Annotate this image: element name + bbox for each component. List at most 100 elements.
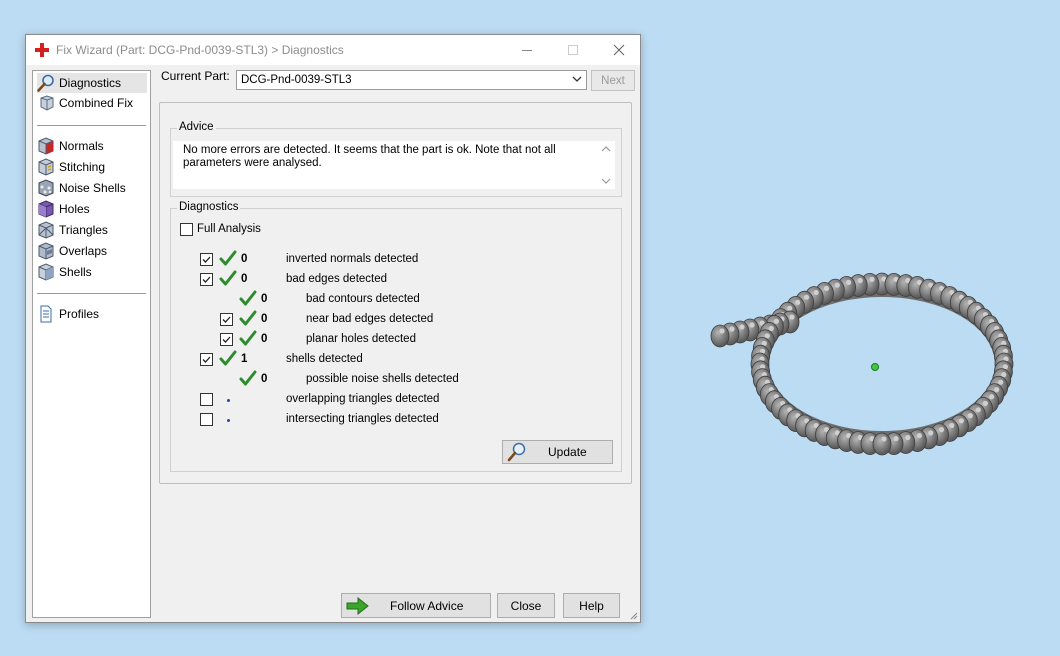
bad-edges-checkbox[interactable] [200, 273, 213, 286]
near-bad-edges-checkbox[interactable] [220, 313, 233, 326]
advice-text: No more errors are detected. It seems th… [173, 141, 597, 189]
sidebar-item-label: Overlaps [59, 244, 108, 258]
current-part-value: DCG-Pnd-0039-STL3 [241, 74, 352, 86]
green-check-icon [239, 370, 257, 386]
sidebar-item-profiles[interactable]: Profiles [37, 304, 147, 324]
sidebar-item-label: Profiles [59, 307, 100, 321]
not-analysed-dot-icon [227, 419, 230, 422]
window-title: Fix Wizard (Part: DCG-Pnd-0039-STL3) > D… [56, 43, 344, 57]
sidebar-separator [37, 125, 146, 126]
help-button[interactable]: Help [563, 593, 620, 618]
sidebar-item-label: Noise Shells [59, 181, 126, 195]
next-button[interactable]: Next [591, 70, 635, 91]
shells-label: shells detected [286, 353, 363, 365]
planar-holes-checkbox[interactable] [220, 333, 233, 346]
green-arrow-icon [346, 596, 369, 615]
follow-advice-button[interactable]: Follow Advice [341, 593, 491, 618]
bead-highlight [768, 325, 774, 331]
document-icon [40, 305, 52, 323]
bead-highlight [994, 387, 1000, 393]
part-mesh [710, 272, 1014, 456]
bead-highlight [958, 418, 964, 424]
diagnostics-panel: Advice No more errors are detected. It s… [159, 102, 632, 484]
bead-highlight [813, 289, 819, 296]
green-check-icon [219, 250, 237, 266]
sidebar-item-holes[interactable]: Holes [37, 199, 147, 219]
scroll-arrows-icon [601, 146, 611, 184]
sidebar-item-diagnostics[interactable]: Diagnostics [37, 73, 147, 93]
minimize-icon [521, 49, 532, 51]
resize-grip-icon[interactable] [628, 610, 638, 620]
intersecting-triangles-checkbox[interactable] [200, 413, 213, 426]
cube-stitch-icon [38, 158, 54, 176]
sidebar-item-label: Combined Fix [59, 96, 134, 110]
green-check-icon [239, 330, 257, 346]
update-button[interactable]: Update [502, 440, 613, 464]
bead-highlight [916, 433, 922, 439]
bead [872, 432, 892, 456]
advice-scrollbar[interactable] [597, 141, 615, 189]
sidebar-item-label: Diagnostics [59, 76, 122, 90]
green-check-icon [239, 310, 257, 326]
magnifier-icon [507, 442, 526, 462]
current-part-select[interactable]: DCG-Pnd-0039-STL3 [236, 70, 587, 90]
noise-shells-label: possible noise shells detected [306, 373, 459, 385]
sidebar-item-shells[interactable]: Shells [37, 262, 147, 282]
update-label: Update [548, 445, 587, 459]
full-analysis-checkbox[interactable] [180, 223, 193, 236]
close-button[interactable]: Close [497, 593, 555, 618]
bad-contours-label: bad contours detected [306, 293, 420, 305]
overlapping-triangles-checkbox[interactable] [200, 393, 213, 406]
maximize-icon [567, 44, 578, 55]
bead-highlight [1001, 372, 1007, 378]
cube-shells-icon [38, 263, 54, 281]
bead-highlight [857, 277, 863, 284]
bead-highlight [795, 299, 801, 305]
near-bad-edges-count: 0 [261, 313, 268, 325]
not-analysed-dot-icon [227, 399, 230, 402]
overlapping-triangles-label: overlapping triangles detected [286, 393, 440, 405]
bead-highlight [967, 413, 973, 419]
sidebar-item-normals[interactable]: Normals [37, 136, 147, 156]
sidebar: Diagnostics Combined Fix Normals Stitchi… [32, 70, 151, 618]
diagnostics-group: Diagnostics Full Analysis 0 inverted nor… [170, 201, 622, 472]
full-analysis-label: Full Analysis [197, 223, 261, 235]
bead-highlight [773, 318, 779, 324]
cube-red-icon [38, 137, 54, 155]
shells-checkbox[interactable] [200, 353, 213, 366]
sidebar-item-combined-fix[interactable]: Combined Fix [37, 93, 147, 113]
bead-highlight [881, 436, 887, 442]
app-cross-icon [35, 43, 49, 57]
inverted-normals-count: 0 [241, 253, 248, 265]
part-center-marker [871, 363, 879, 371]
shells-count: 1 [241, 353, 248, 365]
bad-edges-count: 0 [241, 273, 248, 285]
part-3d-view[interactable] [700, 236, 1040, 496]
maximize-button[interactable] [550, 35, 596, 65]
follow-advice-label: Follow Advice [390, 598, 464, 613]
inverted-normals-checkbox[interactable] [200, 253, 213, 266]
bead-highlight [729, 326, 735, 332]
bad-edges-label: bad edges detected [286, 273, 388, 285]
minimize-button[interactable] [504, 35, 550, 65]
inverted-normals-label: inverted normals detected [286, 253, 419, 265]
bead-highlight [739, 324, 745, 330]
title-bar: Fix Wizard (Part: DCG-Pnd-0039-STL3) > D… [26, 35, 640, 65]
advice-title: Advice [177, 121, 216, 133]
sidebar-item-label: Triangles [59, 223, 108, 237]
sidebar-item-noise-shells[interactable]: Noise Shells [37, 178, 147, 198]
bead-highlight [789, 314, 795, 320]
close-window-button[interactable] [596, 35, 642, 65]
sidebar-item-overlaps[interactable]: Overlaps [37, 241, 147, 261]
current-part-label: Current Part: [161, 69, 230, 83]
sidebar-item-label: Shells [59, 265, 92, 279]
near-bad-edges-label: near bad edges detected [306, 313, 434, 325]
intersecting-triangles-label: intersecting triangles detected [286, 413, 439, 425]
sidebar-item-triangles[interactable]: Triangles [37, 220, 147, 240]
bead-highlight [834, 282, 840, 288]
bad-contours-count: 0 [261, 293, 268, 305]
bead-highlight [719, 328, 725, 334]
sidebar-item-stitching[interactable]: Stitching [37, 157, 147, 177]
magnifier-icon [37, 74, 54, 92]
bead-highlight [804, 294, 810, 300]
